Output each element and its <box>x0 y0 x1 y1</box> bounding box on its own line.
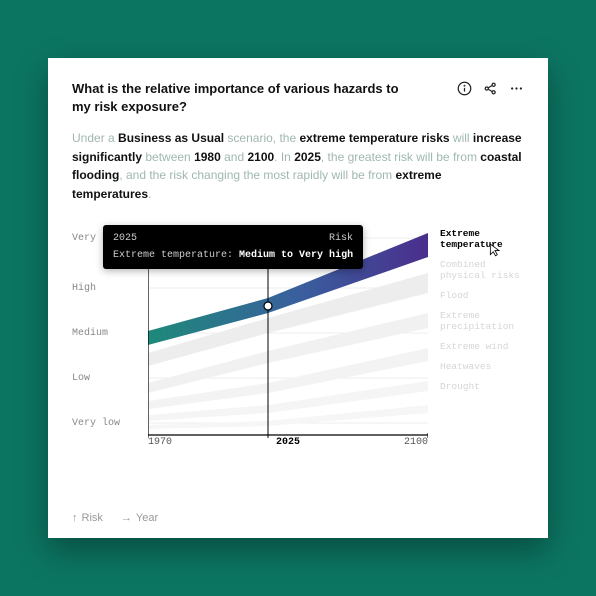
desc-text: . In <box>274 150 294 164</box>
description: Under a Business as Usual scenario, the … <box>72 129 524 203</box>
legend-item[interactable]: Extreme wind <box>440 342 532 353</box>
x-axis-hint-label: Year <box>136 512 158 524</box>
cursor-icon <box>488 243 502 260</box>
share-icon[interactable] <box>482 80 498 96</box>
desc-text: between <box>142 150 194 164</box>
x-tick-selected: 2025 <box>276 437 300 448</box>
desc-text: Under a <box>72 131 118 145</box>
tooltip: 2025 Risk Extreme temperature: Medium to… <box>103 225 363 269</box>
desc-emph: 2100 <box>247 150 274 164</box>
y-axis-hint: ↑ Risk <box>72 512 103 524</box>
desc-text: . <box>148 187 151 201</box>
desc-text: , the greatest risk will be from <box>321 150 480 164</box>
x-axis-labels: 1970 2025 2100 <box>148 437 428 448</box>
page-title: What is the relative importance of vario… <box>72 80 456 115</box>
legend-item[interactable]: Flood <box>440 291 532 302</box>
header: What is the relative importance of vario… <box>72 80 524 115</box>
y-tick: High <box>72 283 96 294</box>
more-icon[interactable] <box>508 80 524 96</box>
axis-hints: ↑ Risk → Year <box>72 512 158 524</box>
desc-text: scenario, the <box>224 131 299 145</box>
card: What is the relative importance of vario… <box>48 58 548 538</box>
plot-area[interactable]: 2025 Risk Extreme temperature: Medium to… <box>148 233 428 433</box>
chart: Very high High Medium Low Very low <box>72 227 524 477</box>
y-tick: Very low <box>72 418 120 429</box>
desc-emph: 2025 <box>294 150 321 164</box>
tooltip-value: Medium to Very high <box>239 250 353 261</box>
y-tick: Medium <box>72 328 108 339</box>
legend-item[interactable]: Drought <box>440 382 532 393</box>
desc-emph: extreme temperature risks <box>299 131 449 145</box>
desc-text: , and the risk changing the most rapidly… <box>119 168 395 182</box>
y-axis-hint-label: Risk <box>82 512 103 524</box>
desc-emph: Business as Usual <box>118 131 224 145</box>
x-axis-hint: → Year <box>121 512 158 524</box>
arrow-right-icon: → <box>121 512 132 524</box>
legend-item[interactable]: Extreme precipitation <box>440 311 532 333</box>
desc-text: will <box>450 131 473 145</box>
legend-item-extreme-temperature[interactable]: Extreme temperature <box>440 229 532 251</box>
desc-text: and <box>221 150 248 164</box>
legend-item[interactable]: Combined physical risks <box>440 260 532 282</box>
tooltip-series-label: Extreme temperature: <box>113 250 233 261</box>
info-icon[interactable] <box>456 80 472 96</box>
legend: Extreme temperature Combined physical ri… <box>440 229 532 401</box>
x-tick: 1970 <box>148 437 172 448</box>
y-tick: Low <box>72 373 90 384</box>
arrow-up-icon: ↑ <box>72 512 78 524</box>
tooltip-year: 2025 <box>113 233 137 244</box>
header-actions <box>456 80 524 96</box>
tooltip-measure: Risk <box>329 233 353 244</box>
legend-item[interactable]: Heatwaves <box>440 362 532 373</box>
x-tick: 2100 <box>404 437 428 448</box>
desc-emph: 1980 <box>194 150 221 164</box>
